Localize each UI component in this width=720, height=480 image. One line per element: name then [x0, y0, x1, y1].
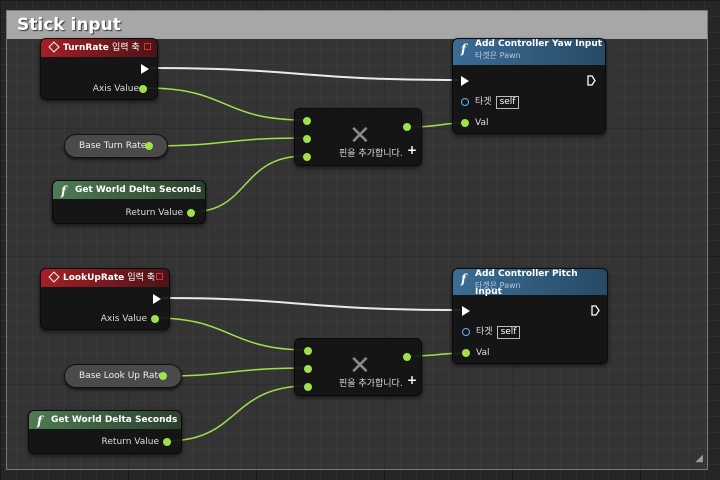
exec-out-pin[interactable]: [587, 75, 596, 86]
exec-out-pin[interactable]: [153, 294, 161, 304]
delegate-square-icon[interactable]: [144, 43, 151, 50]
event-suffix: 입력 축: [111, 43, 140, 53]
multiply-in-pin-c[interactable]: [303, 153, 311, 161]
add-controller-yaw-input-node[interactable]: f Add Controller Yaw Input 타겟은 Pawn 타겟 se…: [452, 38, 606, 134]
add-pin-label[interactable]: 핀을 추가합니다.: [339, 146, 403, 159]
function-f-icon: f: [61, 184, 67, 198]
val-pin[interactable]: [461, 119, 469, 127]
base-turn-rate-variable[interactable]: Base Turn Rate: [64, 134, 168, 158]
target-pin[interactable]: [462, 328, 470, 336]
multiply-out-pin[interactable]: [403, 353, 411, 361]
return-value-pin[interactable]: [163, 438, 171, 446]
function-f-icon: f: [461, 42, 467, 56]
exec-in-pin[interactable]: [462, 306, 470, 316]
return-value-label: Return Value: [101, 437, 159, 447]
val-label: Val: [476, 348, 490, 358]
function-header: f Get World Delta Seconds: [53, 181, 205, 199]
function-subtitle: 타겟은 Pawn: [475, 281, 521, 290]
return-value-label: Return Value: [125, 208, 183, 218]
val-pin[interactable]: [462, 349, 470, 357]
function-f-icon: f: [37, 414, 43, 428]
base-look-up-rate-variable[interactable]: Base Look Up Rate: [64, 364, 182, 388]
axis-value-label: Axis Value: [92, 84, 139, 94]
return-value-pin[interactable]: [187, 209, 195, 217]
get-world-delta-seconds-node[interactable]: f Get World Delta Seconds Return Value: [28, 410, 182, 454]
target-pin[interactable]: [461, 98, 469, 106]
event-suffix: 입력 축: [127, 273, 156, 283]
diamond-icon: [48, 41, 60, 53]
self-value[interactable]: self: [496, 326, 521, 339]
exec-in-pin[interactable]: [461, 76, 469, 86]
function-title: Get World Delta Seconds: [75, 185, 202, 195]
diamond-icon: [48, 271, 60, 283]
function-f-icon: f: [461, 272, 467, 286]
multiply-node[interactable]: ✕ 핀을 추가합니다. +: [294, 338, 422, 396]
add-pin-plus-icon[interactable]: +: [407, 373, 417, 387]
axis-value-pin[interactable]: [139, 85, 147, 93]
target-label: 타겟: [476, 327, 493, 337]
multiply-node[interactable]: ✕ 핀을 추가합니다. +: [294, 108, 422, 166]
resize-grip-icon[interactable]: ◢: [691, 453, 703, 465]
variable-label: Base Turn Rate: [79, 141, 147, 151]
function-header: f Get World Delta Seconds: [29, 411, 181, 429]
lookuprate-event-node[interactable]: LookUpRate 입력 축 Axis Value: [40, 268, 170, 330]
variable-label: Base Look Up Rate: [79, 371, 164, 381]
variable-out-pin[interactable]: [145, 142, 153, 150]
multiply-out-pin[interactable]: [403, 123, 411, 131]
function-subtitle: 타겟은 Pawn: [475, 51, 521, 60]
exec-out-pin[interactable]: [591, 305, 600, 316]
multiply-in-pin-b[interactable]: [304, 365, 312, 373]
event-header: LookUpRate 입력 축: [41, 269, 169, 287]
event-name: LookUpRate: [63, 273, 125, 283]
add-pin-plus-icon[interactable]: +: [407, 143, 417, 157]
get-world-delta-seconds-node[interactable]: f Get World Delta Seconds Return Value: [52, 180, 206, 224]
add-controller-pitch-input-node[interactable]: f Add Controller Pitch Input 타겟은 Pawn 타겟…: [452, 268, 608, 364]
axis-value-pin[interactable]: [151, 315, 159, 323]
function-header: f Add Controller Yaw Input 타겟은 Pawn: [453, 39, 605, 65]
add-pin-label[interactable]: 핀을 추가합니다.: [339, 376, 403, 389]
delegate-square-icon[interactable]: [156, 273, 163, 280]
multiply-in-pin-c[interactable]: [304, 383, 312, 391]
multiply-in-pin-a[interactable]: [304, 347, 312, 355]
val-label: Val: [475, 118, 489, 128]
self-value[interactable]: self: [495, 96, 520, 109]
turnrate-event-node[interactable]: TurnRate 입력 축 Axis Value: [40, 38, 158, 100]
function-title: Get World Delta Seconds: [51, 415, 178, 425]
target-label: 타겟: [475, 97, 492, 107]
variable-out-pin[interactable]: [159, 372, 167, 380]
multiply-in-pin-a[interactable]: [303, 117, 311, 125]
event-name: TurnRate: [63, 43, 109, 53]
axis-value-label: Axis Value: [100, 314, 147, 324]
multiply-in-pin-b[interactable]: [303, 135, 311, 143]
event-header: TurnRate 입력 축: [41, 39, 157, 57]
exec-out-pin[interactable]: [141, 64, 149, 74]
function-header: f Add Controller Pitch Input 타겟은 Pawn: [453, 269, 607, 297]
